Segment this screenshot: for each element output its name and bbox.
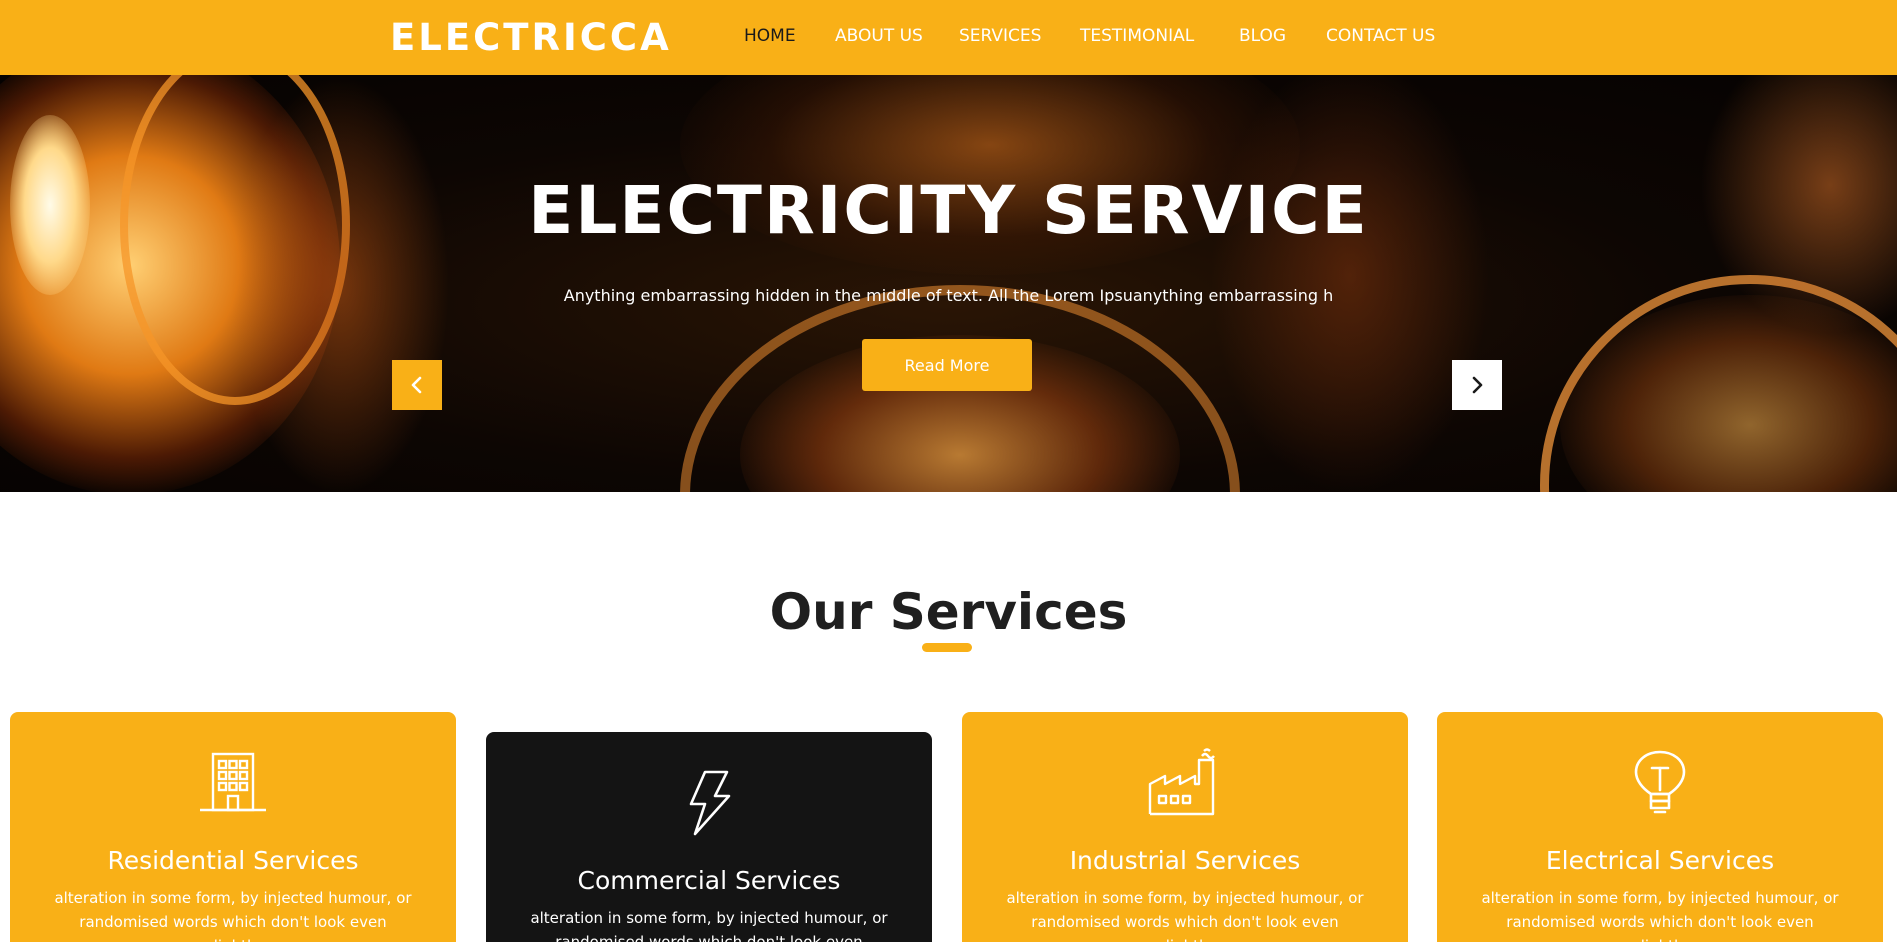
service-card-residential[interactable]: Residential Services alteration in some …	[10, 712, 456, 942]
site-logo[interactable]: ELECTRICCA	[390, 14, 672, 62]
hero-title: ELECTRICITY SERVICE	[528, 172, 1369, 249]
service-card-text: alteration in some form, by injected hum…	[530, 909, 888, 942]
service-card-text: alteration in some form, by injected hum…	[1481, 889, 1839, 942]
read-more-button[interactable]: Read More	[862, 339, 1032, 391]
service-card-text: alteration in some form, by injected hum…	[1006, 889, 1364, 942]
factory-icon	[962, 748, 1408, 818]
service-card-commercial[interactable]: Commercial Services alteration in some f…	[486, 732, 932, 942]
chevron-left-icon	[411, 376, 422, 394]
nav-item-testimonial[interactable]: TESTIMONIAL	[1080, 26, 1194, 46]
building-icon	[10, 750, 456, 814]
chevron-right-icon	[1472, 376, 1483, 394]
lightbulb-icon	[1437, 750, 1883, 818]
nav-item-contact-us[interactable]: CONTACT US	[1326, 26, 1435, 46]
slider-next-button[interactable]	[1452, 360, 1502, 410]
service-card-industrial[interactable]: Industrial Services alteration in some f…	[962, 712, 1408, 942]
nav-item-about-us[interactable]: ABOUT US	[835, 26, 923, 46]
service-card-title: Residential Services	[107, 846, 359, 875]
site-header: ELECTRICCA HOME ABOUT US SERVICES TESTIM…	[0, 0, 1897, 75]
slider-prev-button[interactable]	[392, 360, 442, 410]
hero-text: Anything embarrassing hidden in the midd…	[563, 286, 1334, 305]
service-card-text: alteration in some form, by injected hum…	[54, 889, 412, 942]
service-card-title: Commercial Services	[577, 866, 841, 895]
nav-item-blog[interactable]: BLOG	[1239, 26, 1286, 46]
hero-slider: ELECTRICITY SERVICE Anything embarrassin…	[0, 75, 1897, 492]
service-card-title: Industrial Services	[1069, 846, 1301, 875]
service-card-title: Electrical Services	[1545, 846, 1775, 875]
heading-underline	[922, 643, 972, 652]
nav-item-services[interactable]: SERVICES	[959, 26, 1041, 46]
services-heading: Our Services	[769, 583, 1128, 641]
lightning-icon	[486, 770, 932, 836]
nav-item-home[interactable]: HOME	[744, 26, 796, 46]
service-card-electrical[interactable]: Electrical Services alteration in some f…	[1437, 712, 1883, 942]
